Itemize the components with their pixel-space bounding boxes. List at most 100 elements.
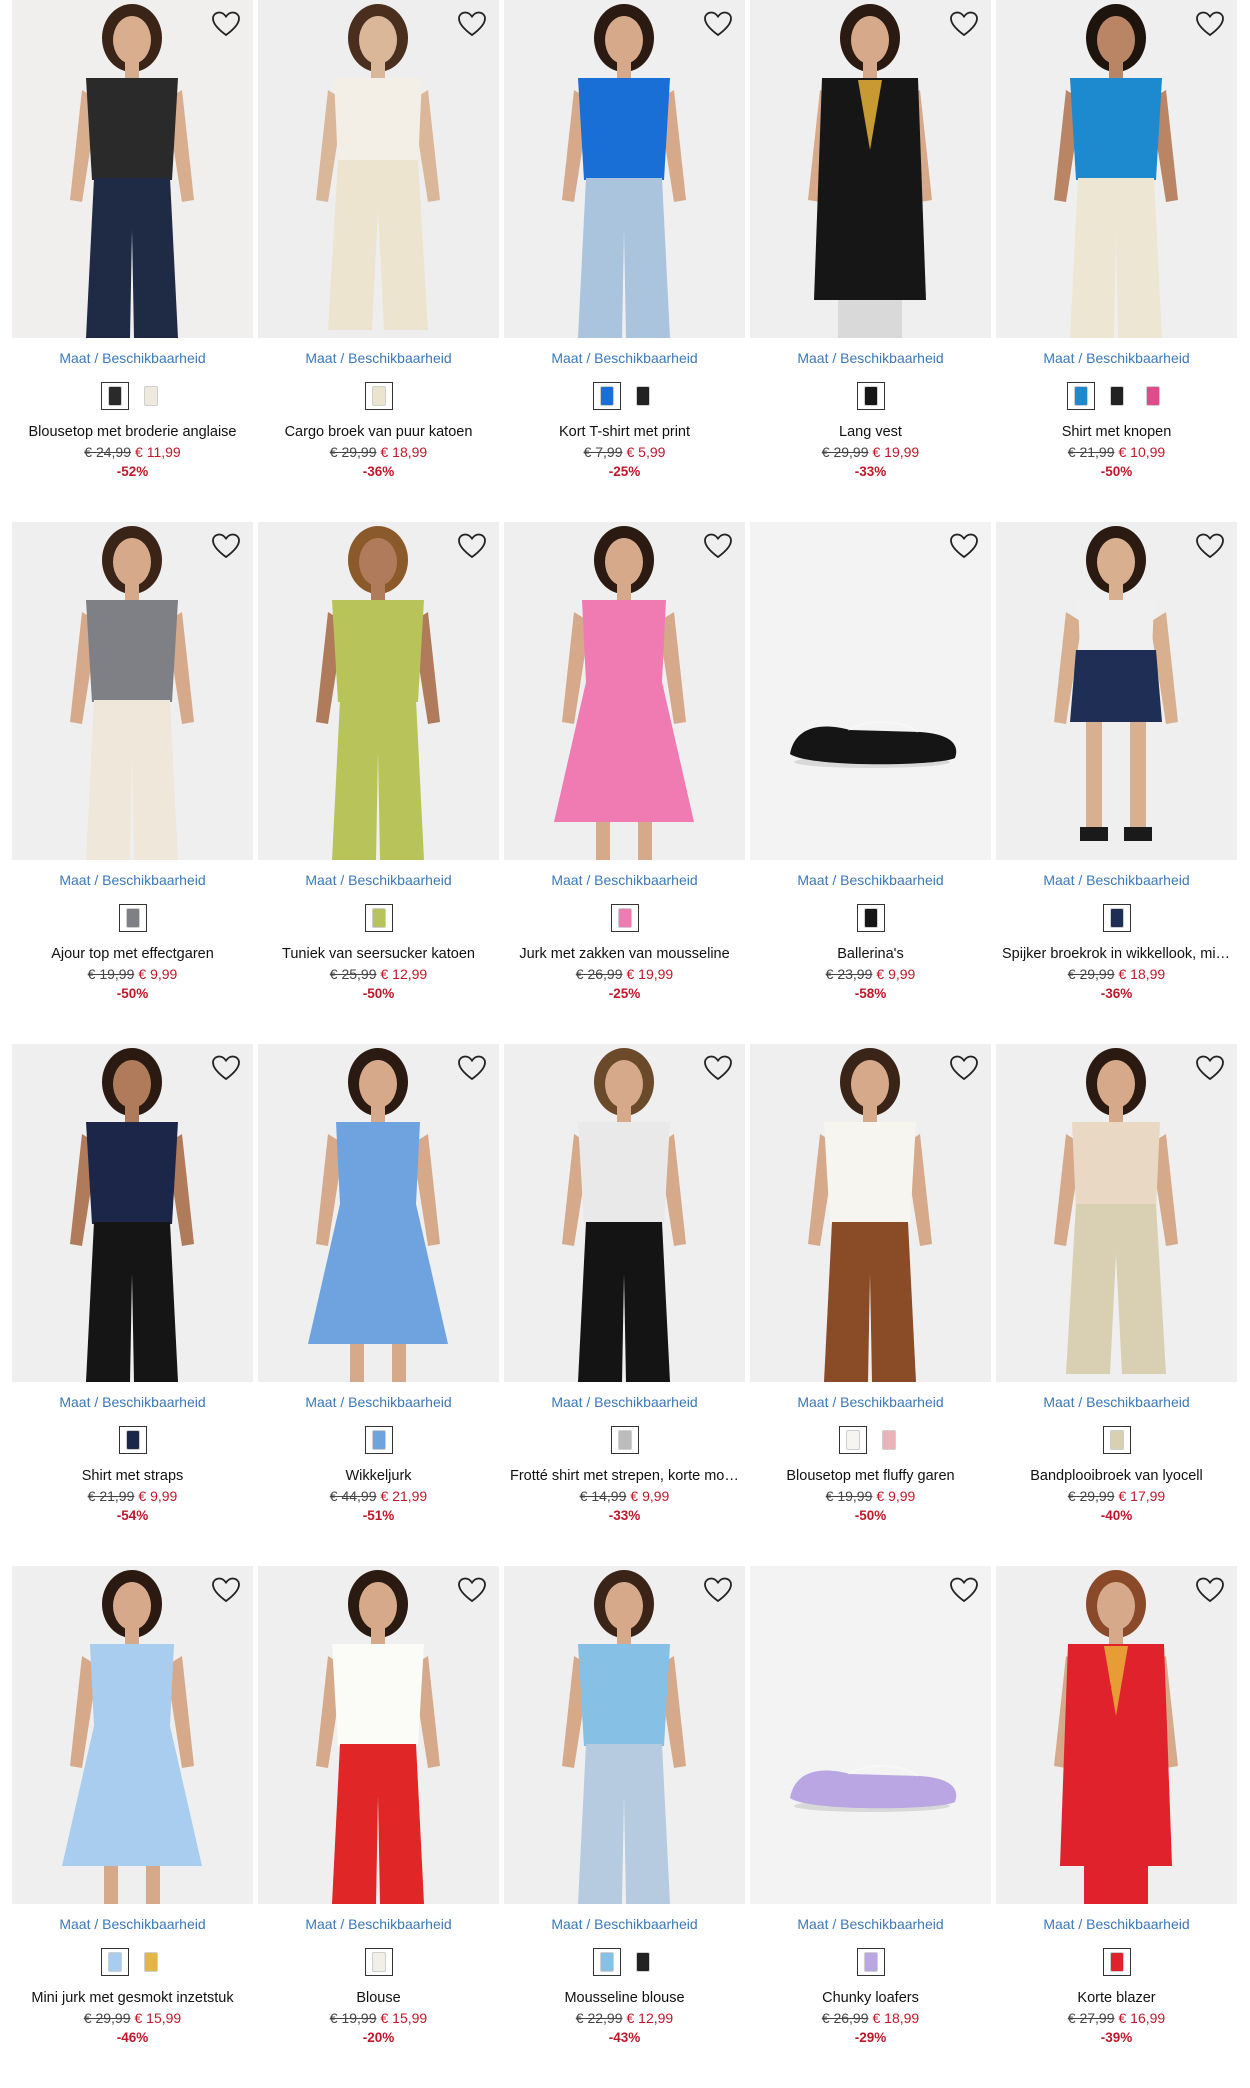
color-swatch[interactable] bbox=[364, 382, 393, 410]
color-swatch[interactable] bbox=[364, 1948, 393, 1976]
color-swatch[interactable] bbox=[629, 382, 657, 410]
product-image[interactable] bbox=[504, 0, 745, 338]
size-availability-link[interactable]: Maat / Beschikbaarheid bbox=[504, 1394, 745, 1410]
product-name[interactable]: Ballerina's bbox=[756, 946, 985, 962]
size-availability-link[interactable]: Maat / Beschikbaarheid bbox=[504, 350, 745, 366]
color-swatch[interactable] bbox=[137, 1948, 165, 1976]
product-card[interactable]: Maat / Beschikbaarheid Shirt met straps … bbox=[12, 1044, 253, 1566]
heart-icon[interactable] bbox=[703, 10, 733, 38]
size-availability-link[interactable]: Maat / Beschikbaarheid bbox=[258, 872, 499, 888]
product-card[interactable]: Maat / Beschikbaarheid Korte blazer € 27… bbox=[996, 1566, 1237, 2088]
product-name[interactable]: Frotté shirt met strepen, korte mouw bbox=[510, 1468, 739, 1484]
heart-icon[interactable] bbox=[457, 1054, 487, 1082]
product-image[interactable] bbox=[996, 1566, 1237, 1904]
product-name[interactable]: Mousseline blouse bbox=[510, 1990, 739, 2006]
product-card[interactable]: Maat / Beschikbaarheid Ballerina's € 23,… bbox=[750, 522, 991, 1044]
color-swatch[interactable] bbox=[629, 1948, 657, 1976]
heart-icon[interactable] bbox=[211, 1054, 241, 1082]
color-swatch[interactable] bbox=[856, 904, 885, 932]
heart-icon[interactable] bbox=[457, 1576, 487, 1604]
color-swatch[interactable] bbox=[1102, 1948, 1131, 1976]
product-card[interactable]: Maat / Beschikbaarheid Tuniek van seersu… bbox=[258, 522, 499, 1044]
size-availability-link[interactable]: Maat / Beschikbaarheid bbox=[750, 350, 991, 366]
product-image[interactable] bbox=[504, 1566, 745, 1904]
size-availability-link[interactable]: Maat / Beschikbaarheid bbox=[996, 1394, 1237, 1410]
size-availability-link[interactable]: Maat / Beschikbaarheid bbox=[996, 1916, 1237, 1932]
product-name[interactable]: Mini jurk met gesmokt inzetstuk bbox=[18, 1990, 247, 2006]
product-image[interactable] bbox=[750, 1566, 991, 1904]
product-name[interactable]: Jurk met zakken van mousseline bbox=[510, 946, 739, 962]
product-image[interactable] bbox=[504, 1044, 745, 1382]
color-swatch[interactable] bbox=[100, 1948, 129, 1976]
heart-icon[interactable] bbox=[949, 1054, 979, 1082]
product-image[interactable] bbox=[258, 1566, 499, 1904]
product-image[interactable] bbox=[504, 522, 745, 860]
product-card[interactable]: Maat / Beschikbaarheid Wikkeljurk € 44,9… bbox=[258, 1044, 499, 1566]
color-swatch[interactable] bbox=[1139, 382, 1167, 410]
heart-icon[interactable] bbox=[211, 532, 241, 560]
heart-icon[interactable] bbox=[703, 1054, 733, 1082]
size-availability-link[interactable]: Maat / Beschikbaarheid bbox=[12, 872, 253, 888]
product-card[interactable]: Maat / Beschikbaarheid Mousseline blouse… bbox=[504, 1566, 745, 2088]
color-swatch[interactable] bbox=[610, 904, 639, 932]
heart-icon[interactable] bbox=[1195, 1576, 1225, 1604]
size-availability-link[interactable]: Maat / Beschikbaarheid bbox=[504, 1916, 745, 1932]
product-name[interactable]: Lang vest bbox=[756, 424, 985, 440]
color-swatch[interactable] bbox=[838, 1426, 867, 1454]
heart-icon[interactable] bbox=[1195, 532, 1225, 560]
product-image[interactable] bbox=[996, 1044, 1237, 1382]
size-availability-link[interactable]: Maat / Beschikbaarheid bbox=[258, 1394, 499, 1410]
heart-icon[interactable] bbox=[1195, 10, 1225, 38]
product-name[interactable]: Blousetop met fluffy garen bbox=[756, 1468, 985, 1484]
color-swatch[interactable] bbox=[592, 1948, 621, 1976]
product-name[interactable]: Cargo broek van puur katoen bbox=[264, 424, 493, 440]
product-card[interactable]: Maat / Beschikbaarheid Bandplooibroek va… bbox=[996, 1044, 1237, 1566]
size-availability-link[interactable]: Maat / Beschikbaarheid bbox=[996, 350, 1237, 366]
product-image[interactable] bbox=[750, 0, 991, 338]
product-name[interactable]: Korte blazer bbox=[1002, 1990, 1231, 2006]
product-card[interactable]: Maat / Beschikbaarheid Lang vest € 29,99… bbox=[750, 0, 991, 522]
product-name[interactable]: Blousetop met broderie anglaise bbox=[18, 424, 247, 440]
product-card[interactable]: Maat / Beschikbaarheid Blousetop met flu… bbox=[750, 1044, 991, 1566]
heart-icon[interactable] bbox=[949, 1576, 979, 1604]
product-card[interactable]: Maat / Beschikbaarheid Chunky loafers € … bbox=[750, 1566, 991, 2088]
size-availability-link[interactable]: Maat / Beschikbaarheid bbox=[12, 350, 253, 366]
product-card[interactable]: Maat / Beschikbaarheid Kort T-shirt met … bbox=[504, 0, 745, 522]
size-availability-link[interactable]: Maat / Beschikbaarheid bbox=[750, 872, 991, 888]
product-image[interactable] bbox=[12, 522, 253, 860]
product-name[interactable]: Wikkeljurk bbox=[264, 1468, 493, 1484]
size-availability-link[interactable]: Maat / Beschikbaarheid bbox=[750, 1916, 991, 1932]
heart-icon[interactable] bbox=[703, 532, 733, 560]
product-card[interactable]: Maat / Beschikbaarheid Ajour top met eff… bbox=[12, 522, 253, 1044]
product-card[interactable]: Maat / Beschikbaarheid Jurk met zakken v… bbox=[504, 522, 745, 1044]
heart-icon[interactable] bbox=[211, 10, 241, 38]
product-name[interactable]: Chunky loafers bbox=[756, 1990, 985, 2006]
heart-icon[interactable] bbox=[1195, 1054, 1225, 1082]
size-availability-link[interactable]: Maat / Beschikbaarheid bbox=[12, 1394, 253, 1410]
product-image[interactable] bbox=[258, 522, 499, 860]
color-swatch[interactable] bbox=[1066, 382, 1095, 410]
product-name[interactable]: Bandplooibroek van lyocell bbox=[1002, 1468, 1231, 1484]
color-swatch[interactable] bbox=[856, 1948, 885, 1976]
product-card[interactable]: Maat / Beschikbaarheid Frotté shirt met … bbox=[504, 1044, 745, 1566]
product-image[interactable] bbox=[12, 0, 253, 338]
product-image[interactable] bbox=[996, 0, 1237, 338]
product-name[interactable]: Tuniek van seersucker katoen bbox=[264, 946, 493, 962]
heart-icon[interactable] bbox=[949, 532, 979, 560]
color-swatch[interactable] bbox=[1102, 1426, 1131, 1454]
product-image[interactable] bbox=[750, 522, 991, 860]
heart-icon[interactable] bbox=[457, 532, 487, 560]
product-name[interactable]: Shirt met straps bbox=[18, 1468, 247, 1484]
product-image[interactable] bbox=[258, 0, 499, 338]
size-availability-link[interactable]: Maat / Beschikbaarheid bbox=[258, 350, 499, 366]
product-card[interactable]: Maat / Beschikbaarheid Blouse € 19,99 € 1… bbox=[258, 1566, 499, 2088]
color-swatch[interactable] bbox=[610, 1426, 639, 1454]
product-image[interactable] bbox=[12, 1044, 253, 1382]
product-name[interactable]: Ajour top met effectgaren bbox=[18, 946, 247, 962]
color-swatch[interactable] bbox=[118, 1426, 147, 1454]
product-card[interactable]: Maat / Beschikbaarheid Cargo broek van p… bbox=[258, 0, 499, 522]
color-swatch[interactable] bbox=[100, 382, 129, 410]
heart-icon[interactable] bbox=[949, 10, 979, 38]
product-card[interactable]: Maat / Beschikbaarheid Spijker broekrok … bbox=[996, 522, 1237, 1044]
product-name[interactable]: Shirt met knopen bbox=[1002, 424, 1231, 440]
